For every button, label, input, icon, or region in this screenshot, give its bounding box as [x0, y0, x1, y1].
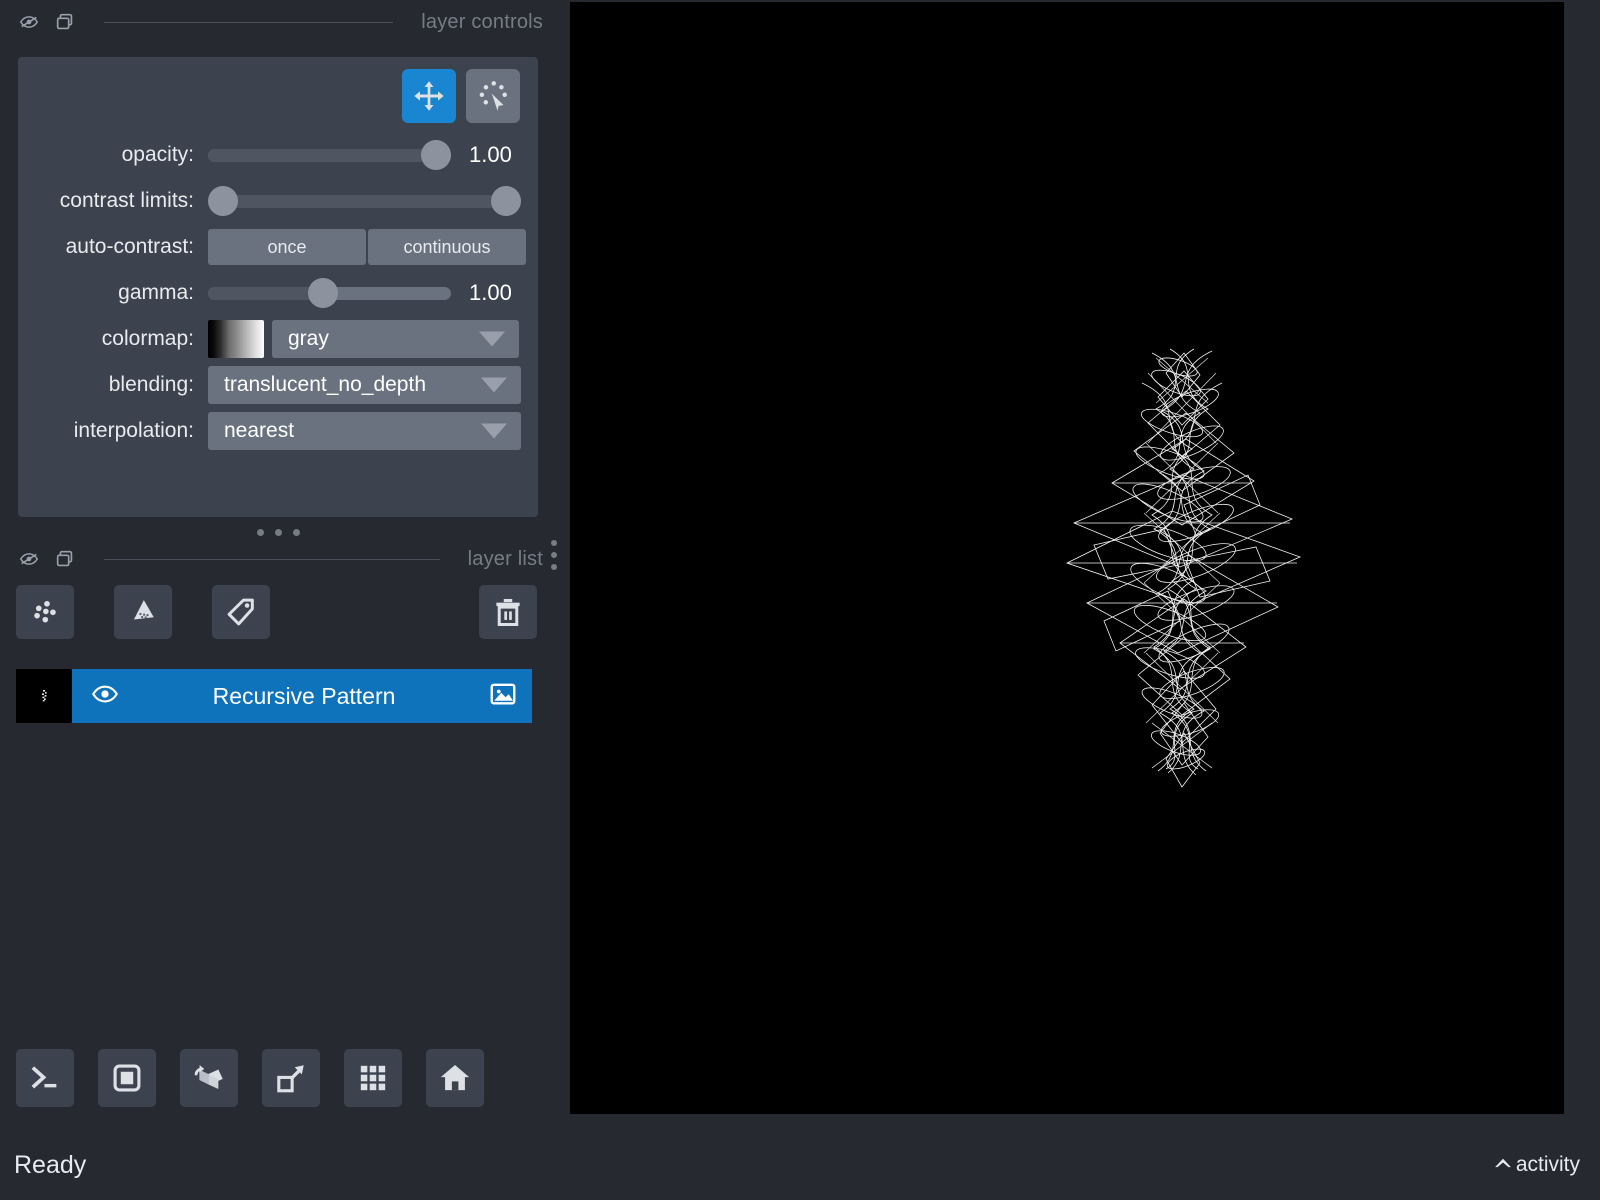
colormap-value: gray	[288, 327, 329, 350]
splitter-dot	[274, 528, 282, 536]
console-button[interactable]	[16, 1049, 74, 1107]
opacity-slider-handle[interactable]	[421, 140, 451, 170]
colormap-dropdown[interactable]: gray	[272, 320, 519, 358]
left-dock-panel: layer controls opacity: 1.00 contrast li…	[0, 0, 570, 1130]
handle-dot	[551, 540, 557, 546]
opacity-row: opacity: 1.00	[18, 133, 538, 177]
layer-list-item[interactable]: Recursive Pattern	[16, 669, 532, 723]
auto-contrast-row: auto-contrast: once continuous	[18, 225, 538, 269]
opacity-label: opacity:	[121, 143, 194, 166]
blending-dropdown[interactable]: translucent_no_depth	[208, 366, 521, 404]
auto-contrast-buttons: once continuous	[208, 229, 526, 265]
layer-thumbnail	[16, 669, 72, 723]
dock-header-divider	[104, 558, 440, 560]
interpolation-row: interpolation: nearest	[18, 409, 538, 453]
eye-slash-icon[interactable]	[18, 11, 40, 33]
chevron-down-icon	[481, 377, 507, 393]
blending-label: blending:	[108, 373, 194, 396]
contrast-limits-label: contrast limits:	[59, 189, 194, 212]
toggle-ndisplay-button[interactable]	[98, 1049, 156, 1107]
layer-list-title: layer list	[467, 547, 543, 570]
contrast-limits-slider[interactable]	[208, 186, 521, 216]
napari-viewer-window: layer controls opacity: 1.00 contrast li…	[0, 0, 1600, 1200]
contrast-limits-high-handle[interactable]	[491, 186, 521, 216]
opacity-slider-fill	[208, 148, 451, 162]
splitter-dot	[292, 528, 300, 536]
viewer-button-bar	[16, 1049, 536, 1109]
splitter-dot	[256, 528, 264, 536]
layer-action-buttons	[16, 585, 538, 639]
mode-tool-buttons	[402, 69, 520, 123]
gamma-row: gamma: 1.00	[18, 271, 538, 315]
new-points-layer-button[interactable]	[16, 585, 74, 639]
chevron-down-icon	[479, 331, 505, 347]
chevron-down-icon	[481, 423, 507, 439]
transpose-dimensions-button[interactable]	[262, 1049, 320, 1107]
reset-view-button[interactable]	[426, 1049, 484, 1107]
pan-zoom-tool-button[interactable]	[402, 69, 456, 123]
gamma-slider-handle[interactable]	[308, 278, 338, 308]
float-window-icon[interactable]	[54, 548, 76, 570]
handle-dot	[551, 552, 557, 558]
new-labels-layer-button[interactable]	[212, 585, 270, 639]
gamma-label: gamma:	[118, 281, 194, 304]
image-layer-icon	[488, 679, 518, 714]
colormap-label: colormap:	[101, 327, 194, 350]
interpolation-dropdown[interactable]: nearest	[208, 412, 521, 450]
float-window-icon[interactable]	[54, 11, 76, 33]
gamma-slider-fill	[208, 286, 323, 300]
opacity-value: 1.00	[469, 142, 512, 167]
activity-button[interactable]: activity	[1492, 1151, 1580, 1179]
dock-header-divider	[104, 21, 394, 23]
blending-value: translucent_no_depth	[224, 373, 426, 396]
gamma-slider[interactable]	[208, 278, 451, 308]
contrast-limits-track	[208, 194, 521, 208]
layer-control-rows: opacity: 1.00 contrast limits: auto-cont…	[18, 133, 538, 455]
eye-icon[interactable]	[90, 679, 120, 714]
layer-name-label: Recursive Pattern	[212, 682, 396, 709]
interpolation-value: nearest	[224, 419, 295, 442]
transform-tool-button[interactable]	[466, 69, 520, 123]
auto-contrast-once-button[interactable]: once	[208, 229, 366, 265]
layer-controls-title: layer controls	[421, 10, 543, 33]
colormap-row: colormap: gray	[18, 317, 538, 361]
opacity-slider-track	[208, 148, 451, 162]
grid-view-button[interactable]	[344, 1049, 402, 1107]
new-shapes-layer-button[interactable]	[114, 585, 172, 639]
status-bar: Ready activity	[0, 1130, 1600, 1200]
gamma-value: 1.00	[469, 280, 512, 305]
layer-item-body[interactable]: Recursive Pattern	[72, 669, 532, 723]
activity-label: activity	[1515, 1153, 1580, 1176]
interpolation-label: interpolation:	[73, 419, 194, 442]
colormap-swatch	[208, 320, 264, 358]
auto-contrast-label: auto-contrast:	[65, 235, 194, 258]
delete-layer-button[interactable]	[479, 585, 537, 639]
contrast-limits-row: contrast limits:	[18, 179, 538, 223]
viewer-canvas[interactable]	[570, 2, 1564, 1114]
auto-contrast-continuous-button[interactable]: continuous	[368, 229, 526, 265]
layer-controls-panel: opacity: 1.00 contrast limits: auto-cont…	[18, 57, 538, 517]
recursive-pattern-render	[1065, 348, 1302, 788]
roll-dimensions-button[interactable]	[180, 1049, 238, 1107]
handle-dot	[551, 564, 557, 570]
layer-list-dock-header: layer list	[0, 537, 545, 581]
eye-slash-icon[interactable]	[18, 548, 40, 570]
contrast-limits-fill	[208, 194, 521, 208]
opacity-slider[interactable]	[208, 140, 451, 170]
contrast-limits-low-handle[interactable]	[208, 186, 238, 216]
blending-row: blending: translucent_no_depth	[18, 363, 538, 407]
status-message: Ready	[14, 1150, 87, 1179]
layer-controls-dock-header: layer controls	[0, 0, 545, 44]
dock-resize-handle[interactable]	[551, 540, 557, 570]
chevron-up-icon	[1492, 1151, 1514, 1179]
